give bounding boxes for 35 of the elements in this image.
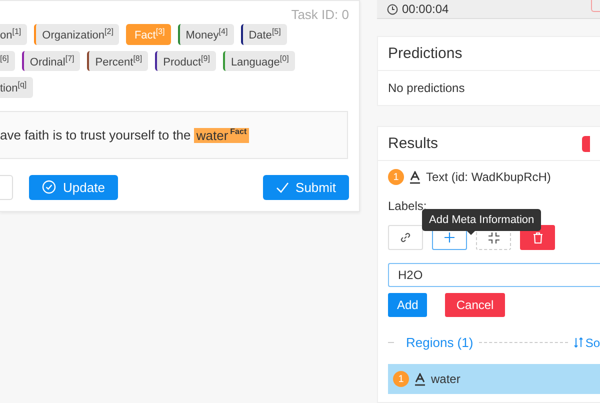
link-button[interactable] [388, 225, 423, 250]
label-tag[interactable]: tion$^{[q]}$ [0, 77, 33, 98]
entity-title: Text (id: WadKbupRcH) [426, 170, 551, 184]
meta-input[interactable]: H2O [388, 263, 600, 287]
trash-icon [532, 232, 542, 244]
label-tag[interactable]: Product$^{[9]}$ [155, 50, 216, 72]
check-circle-icon [42, 180, 56, 194]
button-edge[interactable] [582, 136, 590, 152]
region-text: water [431, 372, 460, 386]
text-icon [410, 170, 420, 184]
annotated-text: ave faith is to trust yourself to the water$^{Fact}$ [0, 127, 249, 143]
label-tag[interactable]: on$^{[1]}$ [0, 24, 28, 45]
label-tag[interactable]: Money$^{[4]}$ [178, 24, 234, 45]
card-title: Results [388, 135, 438, 152]
empty-message: No predictions [387, 80, 466, 97]
cancel-button[interactable]: Cancel [445, 293, 505, 317]
number-badge: 1 [393, 371, 409, 387]
region-item[interactable]: 1 water [388, 364, 600, 394]
link-icon [400, 232, 411, 243]
label-tag[interactable]: Percent$^{[8]}$ [87, 50, 148, 72]
plus-icon [444, 232, 455, 243]
check-icon [276, 182, 289, 193]
label-tag[interactable]: Organization$^{[2]}$ [34, 24, 120, 45]
label-tag[interactable]: Ordinal$^{[7]}$ [22, 50, 80, 72]
text-icon [415, 372, 425, 386]
card-title: Predictions [388, 45, 462, 62]
collapse-icon [488, 232, 500, 244]
sort-icon [574, 337, 584, 348]
number-badge: 1 [388, 169, 404, 185]
task-id: Task ID: 0 [291, 7, 349, 22]
clock-icon [387, 4, 398, 14]
label-tag[interactable]: Language$^{[0]}$ [222, 50, 295, 72]
label-tag[interactable]: [6] [0, 50, 15, 72]
timer: 00:00:04 [387, 2, 449, 16]
label-tag[interactable]: Date$^{[5]}$ [240, 24, 287, 45]
